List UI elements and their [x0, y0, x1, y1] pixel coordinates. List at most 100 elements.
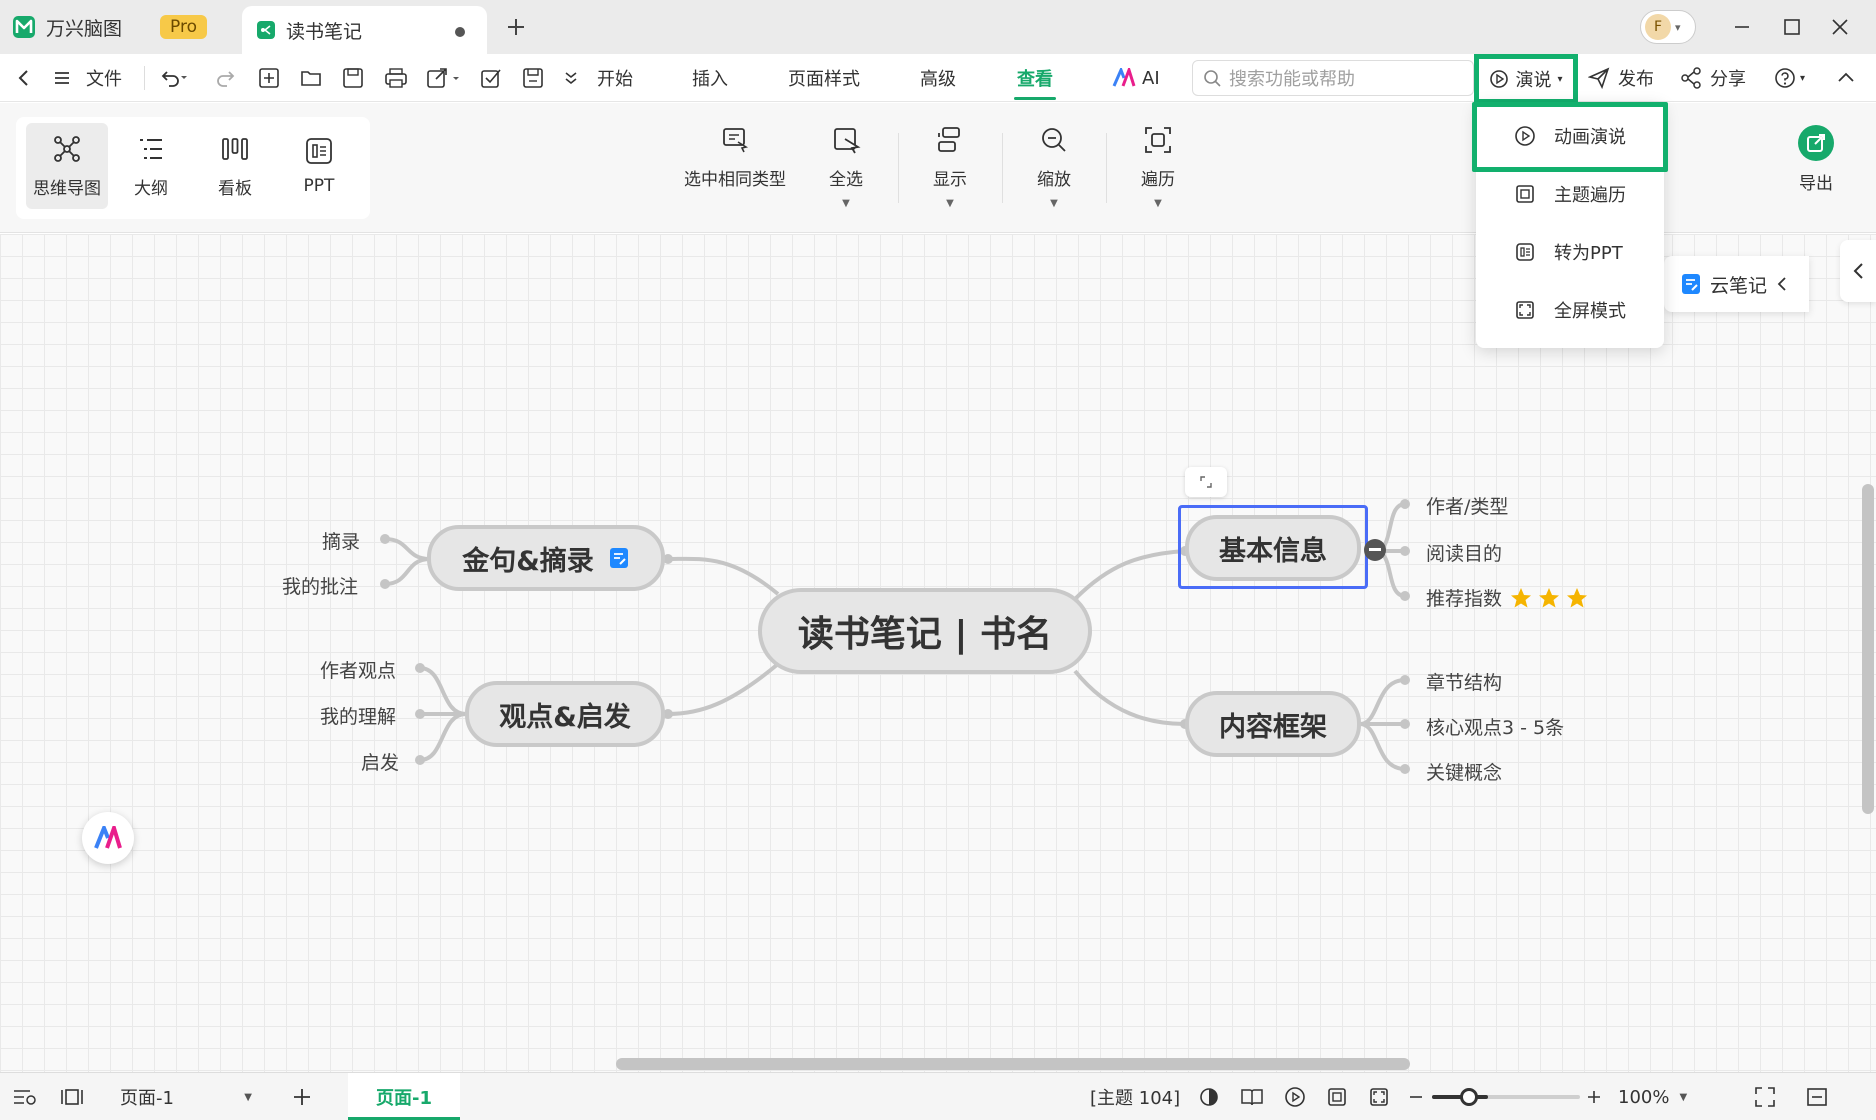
- folder-icon: [301, 71, 321, 86]
- help-button[interactable]: ▾: [1774, 54, 1805, 102]
- branch-basic-info[interactable]: 基本信息: [1185, 515, 1361, 581]
- chevron-left-icon: [18, 70, 28, 86]
- leaf-inspiration[interactable]: 启发: [361, 748, 399, 775]
- open-folder-button[interactable]: [300, 54, 322, 102]
- page-select[interactable]: 页面-1 ▼: [106, 1073, 258, 1120]
- traverse-button[interactable]: 遍历 ▼: [1130, 125, 1186, 221]
- export-share-button[interactable]: [426, 54, 462, 102]
- help-icon: [1775, 68, 1795, 88]
- file-menu[interactable]: 文件: [52, 54, 122, 102]
- document-tab[interactable]: 读书笔记: [242, 6, 487, 54]
- minimize-button[interactable]: [1722, 10, 1762, 44]
- view-outline-button[interactable]: 大纲: [110, 123, 192, 209]
- print-button[interactable]: [384, 54, 408, 102]
- select-same-type-button[interactable]: 选中相同类型: [682, 125, 788, 221]
- new-tab-button[interactable]: [496, 10, 536, 44]
- redo-button[interactable]: [216, 54, 236, 102]
- leaf-rating[interactable]: 推荐指数: [1426, 584, 1588, 611]
- app-name: 万兴脑图: [46, 17, 123, 40]
- fullscreen-icon: [1755, 1087, 1775, 1107]
- book-view-button[interactable]: [1240, 1073, 1264, 1120]
- zoom-button[interactable]: 缩放 ▼: [1026, 125, 1082, 221]
- avatar: F: [1645, 14, 1671, 40]
- save-as-button[interactable]: [522, 54, 544, 102]
- leaf-core-points[interactable]: 核心观点3 - 5条: [1426, 713, 1564, 740]
- leaf-excerpt[interactable]: 摘录: [322, 527, 360, 554]
- tab-view[interactable]: 查看: [1017, 54, 1053, 102]
- check-button[interactable]: [480, 54, 502, 102]
- zoom-slider-thumb[interactable]: [1460, 1088, 1478, 1106]
- plus-icon: [508, 19, 524, 35]
- leaf-author-view[interactable]: 作者观点: [320, 656, 396, 683]
- view-ppt-button[interactable]: PPT: [278, 123, 360, 209]
- page-tab[interactable]: 页面-1: [348, 1073, 460, 1120]
- select-all-button[interactable]: 全选 ▼: [818, 125, 874, 221]
- caret-down-icon: ▼: [1679, 1091, 1688, 1103]
- tab-advanced[interactable]: 高级: [920, 54, 956, 102]
- branch-content-framework[interactable]: 内容框架: [1185, 691, 1361, 757]
- display-button[interactable]: 显示 ▼: [922, 125, 978, 221]
- branch-insights[interactable]: 观点&启发: [465, 681, 665, 747]
- app-tab[interactable]: 万兴脑图 Pro: [12, 8, 207, 46]
- zoom-out-button[interactable]: [1408, 1073, 1424, 1120]
- tab-insert[interactable]: 插入: [692, 54, 728, 102]
- menu-item-fullscreen[interactable]: 全屏模式: [1476, 286, 1664, 334]
- leaf-reading-purpose[interactable]: 阅读目的: [1426, 539, 1502, 566]
- cloud-note-panel[interactable]: 云笔记: [1664, 256, 1809, 312]
- page-panel-button[interactable]: [60, 1073, 84, 1120]
- leaf-annotation[interactable]: 我的批注: [282, 572, 358, 599]
- add-page-button[interactable]: [292, 1073, 312, 1120]
- highlight-frame: [1472, 102, 1668, 172]
- back-button[interactable]: [14, 54, 34, 102]
- zoom-in-button[interactable]: [1586, 1073, 1602, 1120]
- title-bar: 万兴脑图 Pro 读书笔记 F ▾: [0, 0, 1876, 54]
- leaf-chapter-structure[interactable]: 章节结构: [1426, 668, 1502, 695]
- node-expand-handle[interactable]: [1185, 467, 1227, 497]
- side-panel-toggle[interactable]: [1840, 240, 1876, 302]
- fit-screen-button[interactable]: [1368, 1073, 1390, 1120]
- publish-button[interactable]: 发布: [1588, 54, 1654, 102]
- account-button[interactable]: F ▾: [1640, 10, 1696, 44]
- unsaved-dot-icon[interactable]: [455, 27, 465, 37]
- branch-quotes[interactable]: 金句&摘录: [427, 525, 665, 591]
- fit-page-button[interactable]: [1326, 1073, 1348, 1120]
- caret-down-icon: ▼: [842, 198, 850, 209]
- tab-page-style[interactable]: 页面样式: [788, 54, 860, 102]
- leaf-key-concepts[interactable]: 关键概念: [1426, 758, 1502, 785]
- note-icon[interactable]: [608, 547, 630, 569]
- central-topic[interactable]: 读书笔记 | 书名: [758, 588, 1092, 674]
- share-button[interactable]: 分享: [1680, 54, 1746, 102]
- play-button[interactable]: [1284, 1073, 1306, 1120]
- select-same-type-icon: [723, 128, 749, 153]
- view-mindmap-button[interactable]: 思维导图: [26, 123, 108, 209]
- maximize-button[interactable]: [1772, 10, 1812, 44]
- fullscreen-button[interactable]: [1754, 1073, 1776, 1120]
- menu-item-convert-ppt[interactable]: 转为PPT: [1476, 228, 1664, 276]
- save-button[interactable]: [342, 54, 364, 102]
- collapse-ribbon-button[interactable]: [1836, 54, 1856, 102]
- collapse-branch-button[interactable]: [1364, 539, 1386, 561]
- mindmap-canvas[interactable]: 读书笔记 | 书名 金句&摘录 观点&启发 基本信息 内容框架 摘录 我的批注 …: [0, 234, 1876, 1072]
- outline-toggle-button[interactable]: [12, 1073, 38, 1120]
- zoom-level-select[interactable]: 100% ▼: [1618, 1073, 1687, 1120]
- new-file-button[interactable]: [258, 54, 280, 102]
- close-button[interactable]: [1820, 10, 1860, 44]
- zoom-slider[interactable]: [1432, 1095, 1580, 1099]
- leaf-my-understanding[interactable]: 我的理解: [320, 702, 396, 729]
- vertical-scrollbar[interactable]: [1862, 484, 1874, 814]
- undo-button[interactable]: [160, 54, 188, 102]
- chevron-left-icon: [1853, 263, 1863, 279]
- tab-start[interactable]: 开始: [597, 54, 633, 102]
- leaf-author-type[interactable]: 作者/类型: [1426, 492, 1508, 519]
- menu-item-topic-traverse[interactable]: 主题遍历: [1476, 170, 1664, 218]
- horizontal-scrollbar[interactable]: [616, 1058, 1410, 1070]
- more-toolbar-button[interactable]: [564, 54, 578, 102]
- panel-toggle-button[interactable]: [1806, 1073, 1828, 1120]
- export-button[interactable]: 导出: [1786, 125, 1846, 221]
- theme-button[interactable]: [1198, 1073, 1220, 1120]
- ai-button[interactable]: AI: [1112, 54, 1160, 102]
- view-kanban-button[interactable]: 看板: [194, 123, 276, 209]
- present-button[interactable]: 演说 ▾: [1474, 54, 1578, 104]
- ai-assistant-button[interactable]: [82, 812, 134, 864]
- search-input[interactable]: 搜索功能或帮助: [1192, 60, 1474, 96]
